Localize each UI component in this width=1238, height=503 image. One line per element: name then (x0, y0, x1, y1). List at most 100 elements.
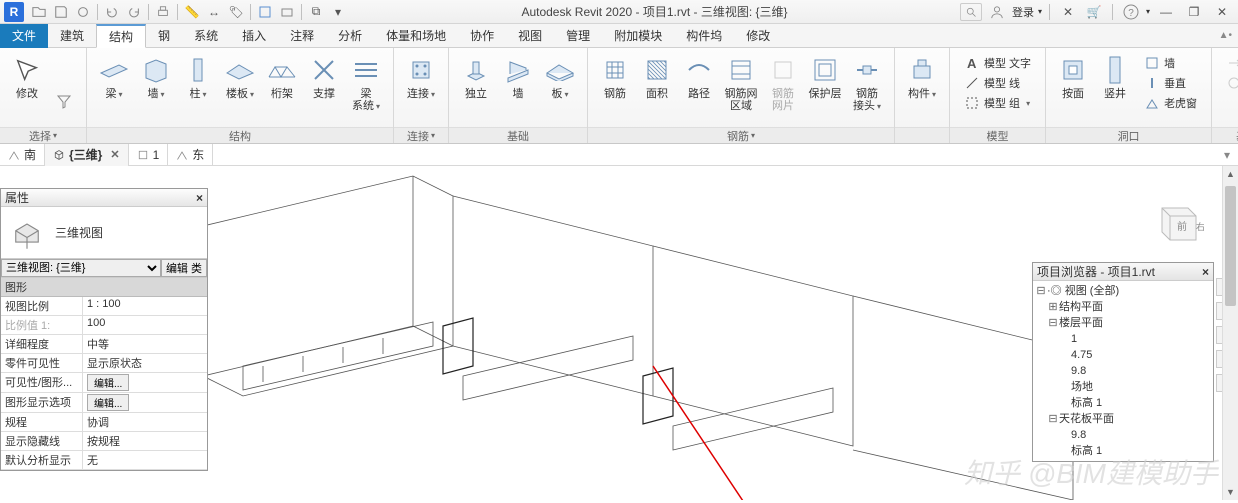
column-button[interactable]: 柱 (177, 52, 219, 103)
view-tabs-overflow[interactable]: ▾ (1216, 148, 1238, 162)
tree-node[interactable]: 9.8 (1035, 427, 1211, 443)
property-row[interactable]: 默认分析显示无 (1, 451, 207, 470)
qat-thin-lines-icon[interactable] (254, 2, 276, 22)
rebar-button[interactable]: 钢筋 (594, 52, 636, 102)
tree-node[interactable]: ⊟·◎ 视图 (全部) (1035, 283, 1211, 299)
panel-title-connection[interactable]: 连接 (394, 127, 448, 143)
close-button[interactable]: ✕ (1210, 2, 1234, 22)
property-row[interactable]: 视图比例1 : 100 (1, 297, 207, 316)
close-icon[interactable]: × (196, 191, 203, 205)
filter-icon[interactable] (52, 92, 76, 110)
rebar-mesh-button[interactable]: 钢筋 网片 (762, 52, 804, 114)
tree-node[interactable]: 1 (1035, 331, 1211, 347)
property-row[interactable]: 比例值 1:100 (1, 316, 207, 335)
rebar-region-button[interactable]: 钢筋网 区域 (720, 52, 762, 114)
qat-measure-icon[interactable]: 📏 (181, 2, 203, 22)
property-row[interactable]: 显示隐藏线按规程 (1, 432, 207, 451)
tab-addins[interactable]: 附加模块 (602, 24, 674, 48)
property-row[interactable]: 图形显示选项编辑... (1, 393, 207, 413)
panel-title-select[interactable]: 选择 (0, 127, 86, 143)
close-icon[interactable]: ✕ (110, 148, 119, 161)
tab-architecture[interactable]: 建筑 (48, 24, 96, 48)
component-button[interactable]: 构件 (901, 52, 943, 103)
shaft-button[interactable]: 竖井 (1094, 52, 1136, 102)
by-face-button[interactable]: 按面 (1052, 52, 1094, 102)
property-row[interactable]: 规程协调 (1, 413, 207, 432)
qat-print-icon[interactable] (152, 2, 174, 22)
path-button[interactable]: 路径 (678, 52, 720, 102)
tree-node[interactable]: ⊟楼层平面 (1035, 315, 1211, 331)
tab-manage[interactable]: 管理 (554, 24, 602, 48)
qat-redo-icon[interactable] (123, 2, 145, 22)
close-icon[interactable]: × (1202, 265, 1209, 279)
view-tab-3d[interactable]: {三维}✕ (45, 144, 129, 166)
tree-node[interactable]: 场地 (1035, 379, 1211, 395)
slab-button[interactable]: 板 (539, 52, 581, 103)
user-icon[interactable] (986, 2, 1008, 22)
help-icon[interactable]: ? (1120, 2, 1142, 22)
type-selector[interactable]: 三维视图 (1, 207, 207, 259)
model-group-button[interactable]: 模型 组 (960, 94, 1035, 112)
view-cube[interactable]: 前右 (1146, 194, 1204, 252)
minimize-button[interactable]: — (1154, 2, 1178, 22)
tab-massing[interactable]: 体量和场地 (374, 24, 458, 48)
rebar-coupler-button[interactable]: 钢筋 接头 (846, 52, 888, 115)
qat-close-hidden-icon[interactable] (276, 2, 298, 22)
wall-foundation-button[interactable]: 墙 (497, 52, 539, 102)
model-text-button[interactable]: A模型 文字 (960, 54, 1035, 72)
level-button[interactable]: 标高 (1222, 54, 1238, 72)
tab-annotate[interactable]: 注释 (278, 24, 326, 48)
app-logo[interactable]: R (4, 2, 24, 22)
instance-selector[interactable]: 三维视图: {三维} (1, 259, 161, 277)
view-tab-south[interactable]: 南 (0, 144, 45, 166)
floor-button[interactable]: 楼板 (219, 52, 261, 103)
drawing-canvas[interactable]: 前右 项目浏览器 - 项目1.rvt× ⊟·◎ 视图 (全部) ⊞结构平面 ⊟楼… (208, 166, 1238, 500)
tab-view[interactable]: 视图 (506, 24, 554, 48)
properties-header[interactable]: 属性× (1, 189, 207, 207)
search-box[interactable] (960, 3, 982, 21)
property-category[interactable]: 图形 (1, 278, 207, 297)
dormer-button[interactable]: 老虎窗 (1140, 94, 1201, 112)
truss-button[interactable]: 桁架 (261, 52, 303, 102)
vertical-opening-button[interactable]: 垂直 (1140, 74, 1201, 92)
qat-tag-icon[interactable]: 🏷 (225, 2, 247, 22)
area-button[interactable]: 面积 (636, 52, 678, 102)
exchange-icon[interactable]: ✕ (1057, 2, 1079, 22)
cart-icon[interactable]: 🛒 (1083, 2, 1105, 22)
ribbon-collapse-button[interactable]: ▲• (1213, 30, 1238, 41)
tab-file[interactable]: 文件 (0, 24, 48, 48)
tab-steel[interactable]: 钢 (146, 24, 182, 48)
tree-node[interactable]: 4.75 (1035, 347, 1211, 363)
qat-dropdown-icon[interactable]: ▾ (327, 2, 349, 22)
restore-button[interactable]: ❐ (1182, 2, 1206, 22)
grid-button[interactable]: 轴网 (1222, 74, 1238, 92)
tab-precast[interactable]: 构件坞 (674, 24, 734, 48)
wall-opening-button[interactable]: 墙 (1140, 54, 1201, 72)
login-label[interactable]: 登录 (1012, 4, 1034, 20)
wall-button[interactable]: 墙 (135, 52, 177, 103)
tab-collaborate[interactable]: 协作 (458, 24, 506, 48)
qat-undo-icon[interactable] (101, 2, 123, 22)
project-browser-header[interactable]: 项目浏览器 - 项目1.rvt× (1033, 263, 1213, 281)
property-row[interactable]: 零件可见性显示原状态 (1, 354, 207, 373)
panel-title-rebar[interactable]: 钢筋 (588, 127, 894, 143)
vertical-scrollbar[interactable]: ▲▼ (1222, 166, 1238, 500)
qat-sync-icon[interactable] (72, 2, 94, 22)
tab-analyze[interactable]: 分析 (326, 24, 374, 48)
connection-button[interactable]: 连接 (400, 52, 442, 103)
edit-type-button[interactable]: 编辑 类 (161, 259, 207, 277)
tree-node[interactable]: ⊞结构平面 (1035, 299, 1211, 315)
tab-modify[interactable]: 修改 (734, 24, 782, 48)
brace-button[interactable]: 支撑 (303, 52, 345, 102)
beam-system-button[interactable]: 梁 系统 (345, 52, 387, 115)
view-tab-1[interactable]: 1 (129, 144, 169, 166)
modify-button[interactable]: 修改 (6, 52, 48, 102)
property-row[interactable]: 详细程度中等 (1, 335, 207, 354)
tab-structure[interactable]: 结构 (96, 24, 146, 48)
tab-systems[interactable]: 系统 (182, 24, 230, 48)
tree-node[interactable]: 标高 1 (1035, 395, 1211, 411)
qat-switch-win-icon[interactable]: ⧉ (305, 2, 327, 22)
tree-node[interactable]: 9.8 (1035, 363, 1211, 379)
cover-button[interactable]: 保护层 (804, 52, 846, 102)
property-row[interactable]: 可见性/图形...编辑... (1, 373, 207, 393)
